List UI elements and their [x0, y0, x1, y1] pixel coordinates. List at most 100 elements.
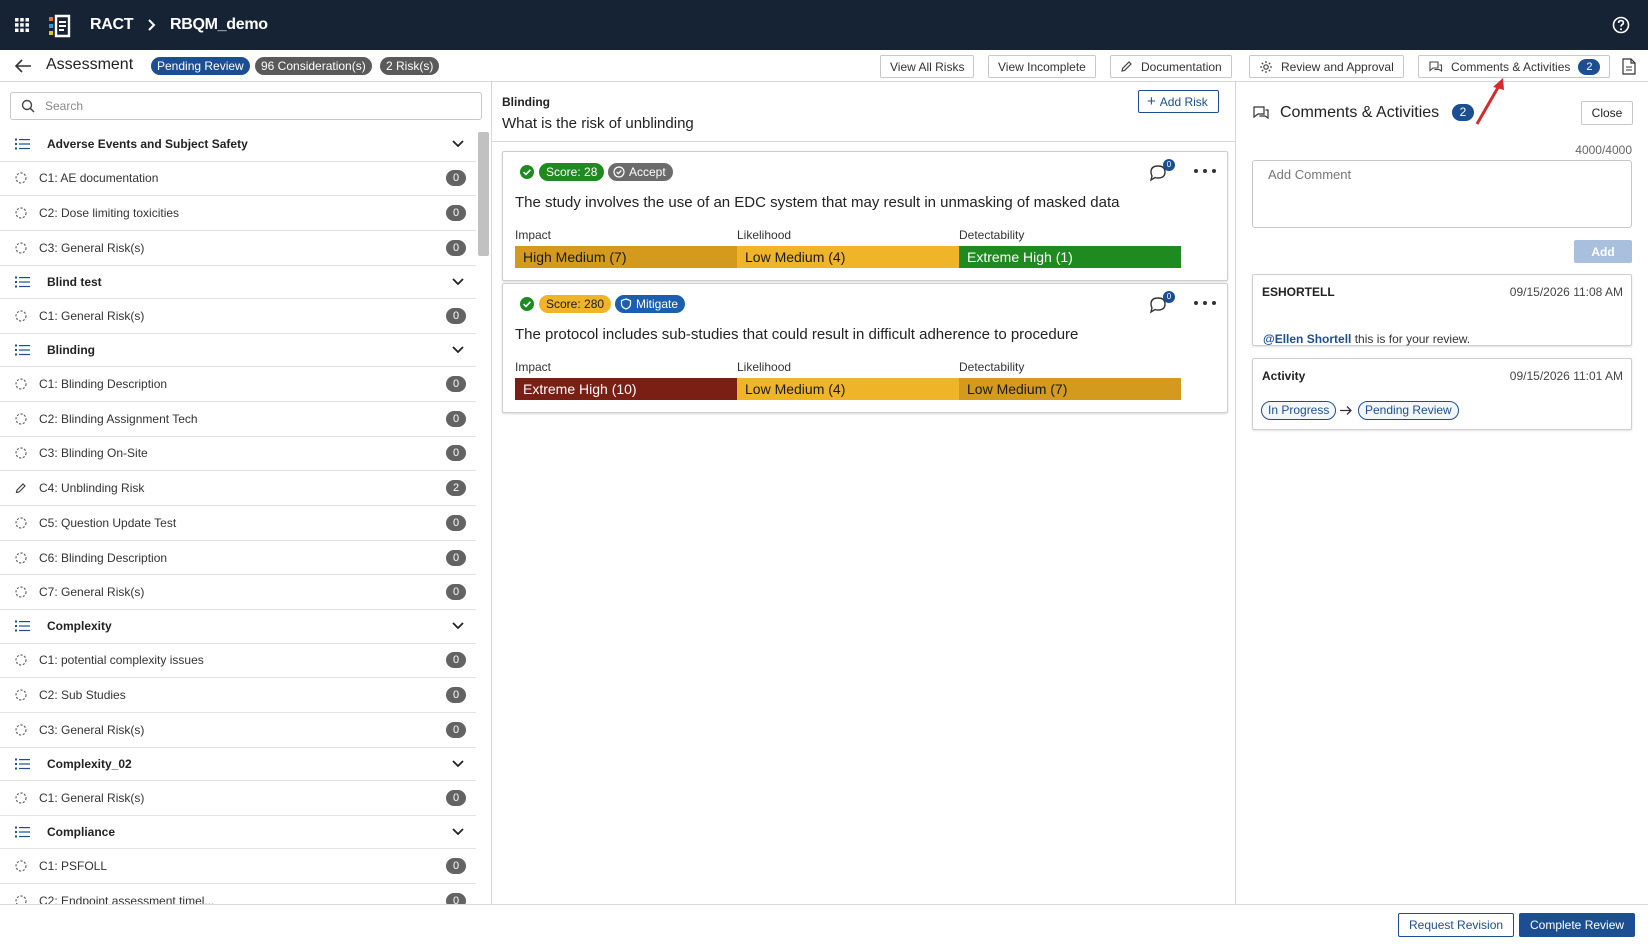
category-group-header[interactable]: Blind test: [0, 266, 476, 300]
assessment-toolbar: Assessment Pending Review 96 Considerati…: [0, 50, 1648, 82]
consideration-label: C5: Question Update Test: [39, 515, 177, 530]
consideration-item[interactable]: C3: General Risk(s) 0: [0, 231, 476, 266]
risk-count-badge: 0: [446, 170, 466, 187]
consideration-item[interactable]: C2: Blinding Assignment Tech 0: [0, 402, 476, 437]
comment-timestamp: 09/15/2026 11:08 AM: [1509, 285, 1623, 299]
list-icon: [15, 826, 30, 838]
consideration-item[interactable]: C3: General Risk(s) 0: [0, 713, 476, 748]
study-name[interactable]: RBQM_demo: [170, 16, 268, 34]
chevron-right-icon: [148, 19, 156, 31]
page-title: Assessment: [46, 56, 134, 73]
risk-action-badge: Mitigate: [615, 295, 686, 313]
consideration-label: C2: Endpoint assessment timel...: [39, 893, 215, 904]
chevron-down-icon[interactable]: [452, 828, 464, 836]
activity-timestamp: 09/15/2026 11:01 AM: [1509, 369, 1623, 383]
search-input[interactable]: [45, 97, 465, 115]
view-all-risks-button[interactable]: View All Risks: [880, 55, 975, 78]
category-group-header[interactable]: Blinding: [0, 334, 476, 368]
consideration-item[interactable]: C7: General Risk(s) 0: [0, 575, 476, 611]
category-label: Blinding: [47, 343, 95, 357]
dashed-circle-icon: [15, 413, 27, 425]
app-grid-icon[interactable]: [14, 17, 30, 33]
dashed-circle-icon: [15, 378, 27, 390]
consideration-item[interactable]: C1: General Risk(s) 0: [0, 781, 476, 816]
risk-score-badge: Score: 28: [539, 163, 605, 181]
consideration-item[interactable]: C1: AE documentation 0: [0, 162, 476, 197]
category-label: Complexity: [47, 619, 112, 634]
risk-count-badge: 0: [446, 549, 466, 566]
consideration-label: C1: General Risk(s): [39, 790, 145, 805]
consideration-item[interactable]: C6: Blinding Description 0: [0, 541, 476, 576]
consideration-item[interactable]: C3: Blinding On-Site 0: [0, 437, 476, 472]
likelihood-label: Likelihood: [737, 360, 792, 374]
consideration-item[interactable]: C2: Sub Studies 0: [0, 678, 476, 713]
request-revision-button[interactable]: Request Revision: [1398, 913, 1515, 937]
complete-review-button[interactable]: Complete Review: [1519, 913, 1636, 937]
chevron-down-icon[interactable]: [452, 760, 464, 768]
back-arrow-icon[interactable]: [14, 58, 32, 74]
document-icon[interactable]: [1622, 58, 1636, 75]
consideration-label: C1: General Risk(s): [39, 308, 145, 323]
arrow-right-icon: [1340, 406, 1352, 415]
user-mention[interactable]: @Ellen Shortell: [1263, 332, 1351, 346]
list-icon: [15, 344, 30, 356]
chevron-down-icon[interactable]: [452, 278, 464, 286]
chevron-down-icon[interactable]: [452, 622, 464, 630]
comment-count-badge: 0: [1163, 159, 1175, 171]
view-incomplete-button[interactable]: View Incomplete: [988, 55, 1096, 78]
app-name[interactable]: RACT: [90, 16, 134, 34]
review-approval-button[interactable]: Review and Approval: [1249, 55, 1404, 78]
chevron-down-icon[interactable]: [452, 140, 464, 148]
more-options-icon[interactable]: [1193, 168, 1217, 174]
help-icon[interactable]: [1612, 16, 1630, 34]
annotation-arrow-icon: [1475, 78, 1504, 125]
dashed-circle-icon: [15, 724, 27, 736]
add-risk-button[interactable]: + Add Risk: [1138, 90, 1219, 113]
consideration-item[interactable]: C1: General Risk(s) 0: [0, 299, 476, 334]
considerations-badge: 96 Consideration(s): [255, 57, 372, 75]
top-navigation-bar: RACT RBQM_demo: [0, 0, 1648, 50]
consideration-item[interactable]: C4: Unblinding Risk 2: [0, 471, 476, 506]
risk-score-badge: Score: 280: [539, 295, 612, 313]
comment-author: ESHORTELL: [1262, 285, 1335, 299]
consideration-item[interactable]: C2: Dose limiting toxicities 0: [0, 196, 476, 231]
consideration-item[interactable]: C1: potential complexity issues 0: [0, 644, 476, 679]
sidebar-scrollbar[interactable]: [478, 132, 489, 256]
comment-entry: ESHORTELL 09/15/2026 11:08 AM @Ellen Sho…: [1252, 274, 1632, 346]
comment-text: @Ellen Shortell this is for your review.: [1263, 332, 1470, 346]
risk-description: The protocol includes sub-studies that c…: [515, 326, 1079, 343]
detectability-label: Detectability: [959, 228, 1025, 242]
chevron-down-icon[interactable]: [452, 346, 464, 354]
view-incomplete-label: View Incomplete: [998, 59, 1086, 74]
question-header: Blinding What is the risk of unblinding …: [492, 82, 1236, 142]
consideration-item[interactable]: C2: Endpoint assessment timel... 0: [0, 884, 476, 904]
dashed-circle-icon: [15, 792, 27, 804]
consideration-item[interactable]: C5: Question Update Test 0: [0, 506, 476, 541]
category-group-header[interactable]: Compliance: [0, 816, 476, 850]
app-logo-icon[interactable]: [47, 13, 73, 39]
dashed-circle-icon: [15, 447, 27, 460]
category-group-header[interactable]: Complexity: [0, 610, 476, 644]
consideration-label: C1: Blinding Description: [39, 377, 168, 392]
close-button[interactable]: Close: [1581, 101, 1633, 125]
risk-count-badge: 0: [446, 514, 466, 531]
list-icon: [15, 758, 30, 770]
dashed-circle-icon: [15, 551, 27, 564]
category-group-header[interactable]: Adverse Events and Subject Safety: [0, 128, 476, 162]
comments-activities-label: Comments & Activities: [1451, 59, 1571, 74]
dashed-circle-icon: [15, 860, 27, 872]
category-group-header[interactable]: Complexity_02: [0, 748, 476, 782]
status-badge: Pending Review: [151, 57, 250, 75]
documentation-button[interactable]: Documentation: [1110, 55, 1232, 78]
comments-activities-button[interactable]: Comments & Activities 2: [1418, 55, 1611, 78]
add-comment-button[interactable]: Add: [1574, 240, 1632, 263]
add-comment-field[interactable]: [1252, 160, 1632, 228]
impact-label: Impact: [515, 360, 552, 374]
comment-body: this is for your review.: [1351, 332, 1471, 346]
consideration-label: C2: Sub Studies: [39, 688, 126, 703]
consideration-item[interactable]: C1: PSFOLL 0: [0, 849, 476, 884]
view-all-risks-label: View All Risks: [890, 59, 965, 74]
more-options-icon[interactable]: [1193, 300, 1217, 306]
dashed-circle-icon: [15, 517, 27, 529]
consideration-item[interactable]: C1: Blinding Description 0: [0, 367, 476, 402]
